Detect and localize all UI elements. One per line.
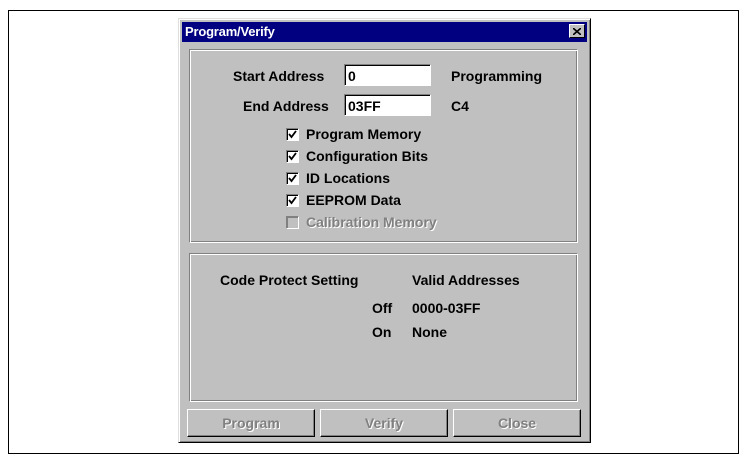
id-locations-checkbox[interactable] (286, 172, 299, 185)
programming-status-text: Programming (451, 68, 543, 84)
valid-addresses-value: None (412, 324, 447, 340)
eeprom-data-checkbox[interactable] (286, 194, 299, 207)
calibration-memory-checkbox (286, 216, 299, 229)
eeprom-data-label[interactable]: EEPROM Data (306, 192, 401, 208)
checkmark-icon (288, 152, 297, 161)
configuration-bits-label[interactable]: Configuration Bits (306, 148, 428, 164)
verify-button[interactable]: Verify (320, 409, 448, 437)
program-verify-dialog: Program/Verify Start Address Programming… (178, 18, 591, 443)
configuration-bits-checkbox[interactable] (286, 150, 299, 163)
valid-addresses-value: 0000-03FF (412, 300, 481, 316)
program-memory-checkbox[interactable] (286, 128, 299, 141)
close-button[interactable]: Close (453, 409, 581, 437)
program-button[interactable]: Program (187, 409, 315, 437)
id-locations-label[interactable]: ID Locations (306, 170, 390, 186)
close-window-button[interactable] (569, 24, 585, 38)
close-icon (573, 27, 581, 35)
checkmark-icon (288, 174, 297, 183)
memory-options-group: Start Address Programming End Address C4… (189, 49, 578, 243)
title-bar[interactable]: Program/Verify (182, 22, 587, 42)
code-protect-setting-header: Code Protect Setting (220, 272, 359, 288)
end-address-input[interactable] (344, 94, 431, 116)
checkmark-icon (288, 196, 297, 205)
program-memory-label[interactable]: Program Memory (306, 126, 421, 142)
start-address-input[interactable] (344, 64, 431, 86)
code-protect-setting-value: On (372, 324, 392, 340)
start-address-label: Start Address (233, 68, 325, 84)
calibration-memory-label: Calibration Memory (306, 214, 437, 230)
valid-addresses-header: Valid Addresses (412, 272, 520, 288)
end-address-label: End Address (243, 98, 329, 114)
code-protect-setting-value: Off (372, 300, 393, 316)
code-protect-group: Code Protect Setting Valid Addresses Off… (189, 253, 578, 402)
dialog-title: Program/Verify (185, 24, 275, 39)
device-code-text: C4 (451, 98, 469, 114)
checkmark-icon (288, 130, 297, 139)
